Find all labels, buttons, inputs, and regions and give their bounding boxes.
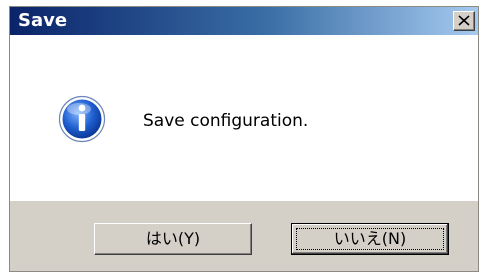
- dialog-message: Save configuration.: [143, 111, 309, 131]
- yes-button[interactable]: はい(Y): [94, 223, 252, 255]
- no-button[interactable]: いいえ(N): [291, 223, 449, 255]
- dialog-content: Save configuration.: [10, 35, 478, 201]
- button-bar: はい(Y) いいえ(N): [10, 201, 478, 271]
- close-button[interactable]: [453, 11, 475, 31]
- info-icon: [58, 95, 106, 143]
- no-button-label: いいえ(N): [333, 229, 407, 248]
- title-bar[interactable]: Save: [10, 7, 478, 35]
- close-icon: [458, 15, 470, 26]
- save-dialog: Save Save configuration. はい(Y) いいえ(N): [9, 6, 479, 272]
- yes-button-label: はい(Y): [145, 229, 201, 248]
- window-title: Save: [18, 10, 68, 31]
